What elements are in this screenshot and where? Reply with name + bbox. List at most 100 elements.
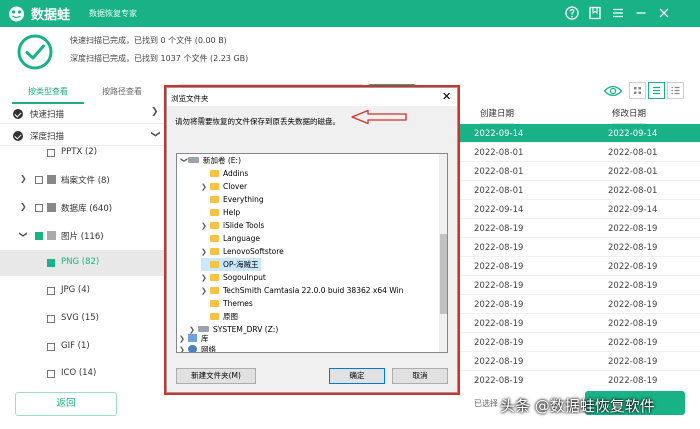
checkbox[interactable] <box>47 149 55 157</box>
table-row[interactable]: 2022-09-14 2022-09-14 <box>460 200 700 219</box>
table-row[interactable]: 2022-08-01 2022-08-01 <box>460 143 700 162</box>
modified-date: 2022-09-14 <box>608 129 658 139</box>
folder-label: 库 <box>201 334 209 343</box>
close-icon[interactable] <box>656 5 672 21</box>
modified-date: 2022-08-19 <box>608 224 658 234</box>
detail-view-icon[interactable] <box>667 82 684 99</box>
created-date: 2022-08-19 <box>474 281 524 291</box>
list-view-icon[interactable] <box>648 82 665 99</box>
sidebar-item-label: ICO (14) <box>61 368 97 378</box>
watermark: 头条 @数据蛙恢复软件 <box>500 397 655 415</box>
chevron-right-icon: ❯ <box>151 107 159 117</box>
folder-node[interactable]: Help <box>201 206 240 219</box>
tree-scrollbar[interactable] <box>439 154 447 352</box>
table-row[interactable]: 2022-08-19 2022-08-19 <box>460 238 700 257</box>
folder-icon <box>210 313 219 320</box>
sidebar-item-database[interactable]: ❯ 数据库 (640) <box>0 195 165 221</box>
checkbox[interactable] <box>35 176 43 184</box>
file-table: 创建日期 修改日期 2022-09-14 2022-09-14 2022-08-01… <box>460 104 700 390</box>
table-row[interactable]: 2022-08-19 2022-08-19 <box>460 314 700 333</box>
checkbox[interactable] <box>47 259 55 267</box>
bookmark-icon[interactable] <box>587 5 603 21</box>
grid-view-icon[interactable] <box>629 82 646 99</box>
folder-node[interactable]: Everything <box>201 193 264 206</box>
folder-node[interactable]: Addins <box>201 167 248 180</box>
sidebar-item-label: PPTX (2) <box>61 147 98 157</box>
created-date: 2022-08-01 <box>474 167 524 177</box>
table-row[interactable]: 2022-08-19 2022-08-19 <box>460 295 700 314</box>
collapse-arrow-icon[interactable]: ❯ <box>177 157 190 166</box>
sidebar-item-jpg[interactable]: JPG (4) <box>0 278 165 304</box>
folder-label: LenovoSoftstore <box>223 247 284 256</box>
folder-node[interactable]: ❯ Clover <box>201 180 247 193</box>
help-icon[interactable] <box>564 5 580 21</box>
folder-icon <box>210 235 219 242</box>
table-row[interactable]: 2022-08-01 2022-08-01 <box>460 162 700 181</box>
checkbox[interactable] <box>47 315 55 323</box>
view-tabs: 按类型查看 按路径查看 <box>0 82 170 104</box>
scan-complete-icon <box>17 34 53 70</box>
folder-node[interactable]: ❯ iSlide Tools <box>201 219 264 232</box>
folder-node-selected[interactable]: OP-海贼王 <box>201 258 261 271</box>
menu-icon[interactable] <box>610 5 626 21</box>
sidebar-item-pptx[interactable]: PPTX (2) <box>0 140 165 166</box>
pointer-arrow-icon <box>351 109 407 125</box>
table-row[interactable]: 2022-08-19 2022-08-19 <box>460 371 700 390</box>
checkbox[interactable] <box>47 343 55 351</box>
table-row[interactable]: 2022-08-01 2022-08-01 <box>460 181 700 200</box>
new-folder-button[interactable]: 新建文件夹(M) <box>176 368 256 384</box>
folder-node[interactable]: Themes <box>201 297 253 310</box>
folder-node[interactable]: Language <box>201 232 260 245</box>
table-row[interactable]: 2022-09-14 2022-09-14 <box>460 124 700 143</box>
checkbox[interactable] <box>35 232 43 240</box>
table-row[interactable]: 2022-08-19 2022-08-19 <box>460 352 700 371</box>
sidebar-item-label: JPG (4) <box>61 285 90 295</box>
column-header-created[interactable]: 创建日期 <box>480 104 515 124</box>
checkbox[interactable] <box>47 370 55 378</box>
folder-label: Addins <box>223 169 249 178</box>
folder-node[interactable]: ❯ SogouInput <box>201 271 266 284</box>
checkbox[interactable] <box>35 204 43 212</box>
minimize-icon[interactable] <box>633 5 649 21</box>
scrollbar-thumb[interactable] <box>440 234 447 314</box>
created-date: 2022-09-14 <box>474 205 524 215</box>
sidebar-item-archives[interactable]: ❯ 档案文件 (8) <box>0 167 165 193</box>
folder-icon <box>210 261 219 268</box>
collapse-arrow-icon[interactable]: ❯ <box>19 231 28 238</box>
table-row[interactable]: 2022-08-19 2022-08-19 <box>460 276 700 295</box>
folder-node[interactable]: ❯ 网络 <box>179 343 216 352</box>
folder-icon <box>210 196 219 203</box>
folder-node[interactable]: 原图 <box>201 310 238 323</box>
table-row[interactable]: 2022-08-19 2022-08-19 <box>460 333 700 352</box>
back-button[interactable]: 返回 <box>15 392 117 416</box>
cancel-button[interactable]: 取消 <box>392 368 448 384</box>
sidebar-item-ico[interactable]: ICO (14) <box>0 361 165 387</box>
expand-arrow-icon[interactable]: ❯ <box>20 202 27 211</box>
expand-arrow-icon[interactable]: ❯ <box>20 174 27 183</box>
created-date: 2022-08-19 <box>474 376 524 386</box>
tab-by-type[interactable]: 按类型查看 <box>12 82 84 104</box>
sidebar-section-label: 快速扫描 <box>30 110 65 120</box>
folder-node[interactable]: ❯ TechSmith Camtasia 22.0.0 buid 38362 x6… <box>201 284 403 297</box>
ok-button[interactable]: 确定 <box>329 368 385 384</box>
sidebar-item-label: 图片 (116) <box>61 232 104 242</box>
sidebar-item-svg[interactable]: SVG (15) <box>0 306 165 332</box>
sidebar-section-quick-scan[interactable]: 快速扫描 ❯ <box>0 104 165 124</box>
folder-tree[interactable]: ❯ 新加卷 (E:) Addins ❯ Clover Everything Help… <box>176 153 448 353</box>
table-row[interactable]: 2022-08-19 2022-08-19 <box>460 257 700 276</box>
column-header-modified[interactable]: 修改日期 <box>612 104 647 124</box>
sidebar-item-png[interactable]: PNG (82) <box>0 250 165 276</box>
title-bar: 数据蛙 数据恢复专家 <box>0 0 700 27</box>
folder-node[interactable]: ❯ LenovoSoftstore <box>201 245 284 258</box>
tab-by-path[interactable]: 按路径查看 <box>86 82 158 104</box>
table-row[interactable]: 2022-08-19 2022-08-19 <box>460 219 700 238</box>
folder-label: Themes <box>223 299 253 308</box>
folder-node[interactable]: ❯ 新加卷 (E:) <box>179 154 241 167</box>
sidebar-item-gif[interactable]: GIF (1) <box>0 334 165 360</box>
checkbox[interactable] <box>47 287 55 295</box>
folder-icon <box>210 183 219 190</box>
preview-eye-icon[interactable] <box>603 84 623 98</box>
sidebar-item-images[interactable]: ❯ 图片 (116) <box>0 223 165 249</box>
expand-arrow-icon[interactable]: ❯ <box>179 344 188 352</box>
dialog-close-icon[interactable]: ✕ <box>442 90 451 103</box>
